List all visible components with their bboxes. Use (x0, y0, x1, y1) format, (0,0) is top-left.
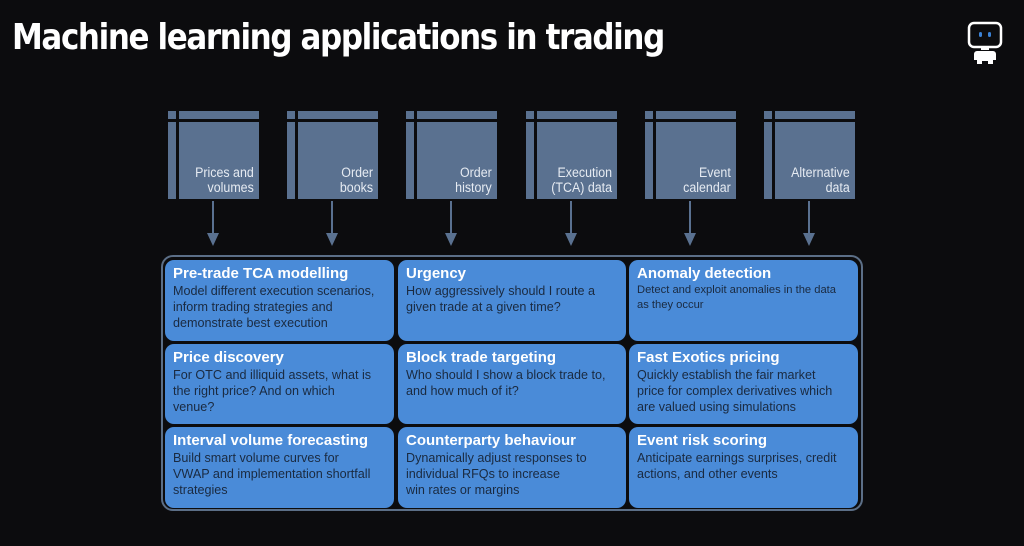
source-tab-top (179, 111, 259, 119)
app-card-anomaly-detection: Anomaly detection Detect and exploit ano… (629, 260, 858, 341)
data-source-label: Prices and volumes (195, 165, 254, 195)
source-tab-left (764, 122, 772, 199)
app-card-fast-exotics-pricing: Fast Exotics pricing Quickly establish t… (629, 344, 858, 424)
app-card-interval-volume-forecasting: Interval volume forecasting Build smart … (165, 427, 394, 508)
arrow-down-icon (326, 201, 338, 247)
app-card-title: Interval volume forecasting (173, 432, 369, 449)
source-tab-left (406, 122, 414, 199)
source-tab-left (526, 122, 534, 199)
app-card-title: Event risk scoring (637, 432, 768, 449)
source-tab-corner (287, 111, 295, 119)
arrow-down-icon (207, 201, 219, 247)
robot-mascot-icon (966, 21, 1004, 65)
app-card-title: Pre-trade TCA modelling (173, 265, 349, 282)
app-card-description: Anticipate earnings surprises, credit ac… (637, 451, 837, 481)
app-card-event-risk-scoring: Event risk scoring Anticipate earnings s… (629, 427, 858, 508)
app-card-description: Dynamically adjust responses to individu… (406, 451, 587, 497)
app-card-title: Price discovery (173, 349, 284, 366)
source-tab-corner (168, 111, 176, 119)
app-card-title: Urgency (406, 265, 467, 282)
app-card-description: Who should I show a block trade to, and … (406, 368, 606, 398)
app-card-description: Detect and exploit anomalies in the data… (637, 284, 837, 311)
data-source-label: Execution (TCA) data (551, 165, 612, 195)
app-card-counterparty-behaviour: Counterparty behaviour Dynamically adjus… (398, 427, 626, 508)
arrow-down-icon (803, 201, 815, 247)
app-card-urgency: Urgency How aggressively should I route … (398, 260, 626, 341)
source-tab-corner (764, 111, 772, 119)
source-tab-top (537, 111, 617, 119)
app-card-description: Model different execution scenarios, inf… (173, 284, 375, 330)
data-source-label: Alternative data (791, 165, 850, 195)
app-card-pre-trade-tca: Pre-trade TCA modelling Model different … (165, 260, 394, 341)
app-card-description: Quickly establish the fair market price … (637, 368, 833, 414)
source-tab-top (298, 111, 378, 119)
source-tab-top (417, 111, 497, 119)
app-card-title: Counterparty behaviour (406, 432, 577, 449)
data-source-label: Order books (339, 165, 373, 195)
app-card-title: Block trade targeting (406, 349, 557, 366)
arrow-down-icon (445, 201, 457, 247)
source-tab-left (645, 122, 653, 199)
app-card-description: Build smart volume curves for VWAP and i… (173, 451, 371, 497)
source-tab-left (287, 122, 295, 199)
arrow-down-icon (565, 201, 577, 247)
data-source-order-books: Order books (287, 111, 378, 199)
app-card-description: How aggressively should I route a given … (406, 284, 596, 314)
data-source-prices-volumes: Prices and volumes (168, 111, 259, 199)
data-source-order-history: Order history (406, 111, 497, 199)
app-card-description: For OTC and illiquid assets, what is the… (173, 368, 372, 414)
app-card-price-discovery: Price discovery For OTC and illiquid ass… (165, 344, 394, 424)
page-title: Machine learning applications in trading (12, 17, 665, 58)
data-source-event-calendar: Event calendar (645, 111, 736, 199)
app-card-title: Fast Exotics pricing (637, 349, 780, 366)
source-tab-corner (406, 111, 414, 119)
arrow-down-icon (684, 201, 696, 247)
app-card-block-trade-targeting: Block trade targeting Who should I show … (398, 344, 626, 424)
data-source-alternative-data: Alternative data (764, 111, 855, 199)
source-tab-top (775, 111, 855, 119)
source-tab-top (656, 111, 736, 119)
data-source-label: Order history (455, 165, 492, 195)
app-card-title: Anomaly detection (637, 265, 772, 282)
data-source-execution-tca: Execution (TCA) data (526, 111, 617, 199)
source-tab-corner (645, 111, 653, 119)
source-tab-left (168, 122, 176, 199)
data-source-label: Event calendar (683, 165, 731, 195)
source-tab-corner (526, 111, 534, 119)
